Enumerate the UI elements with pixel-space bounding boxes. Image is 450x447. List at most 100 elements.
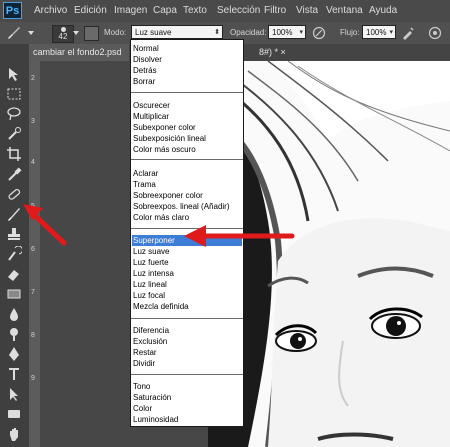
blend-option-normal[interactable]: Normal	[133, 43, 241, 54]
clone-stamp-tool-icon[interactable]	[6, 226, 22, 242]
move-tool-icon[interactable]	[6, 66, 22, 82]
lasso-tool-icon[interactable]	[6, 106, 22, 122]
opacity-label: Opacidad:	[230, 28, 267, 37]
chevron-down-icon[interactable]	[73, 31, 79, 36]
blend-option-aclarar[interactable]: Aclarar	[133, 168, 241, 179]
path-selection-tool-icon[interactable]	[6, 386, 22, 402]
blend-option-luz-suave[interactable]: Luz suave	[133, 246, 241, 257]
blend-option-luz-focal[interactable]: Luz focal	[133, 290, 241, 301]
ruler-label: 8	[31, 332, 35, 339]
blend-option-color-mas-claro[interactable]: Color más claro	[133, 212, 241, 223]
menu-capa[interactable]: Capa	[153, 5, 177, 16]
blend-option-luz-lineal[interactable]: Luz lineal	[133, 279, 241, 290]
quick-selection-tool-icon[interactable]	[6, 126, 22, 142]
menu-edicion[interactable]: Edición	[74, 5, 107, 16]
ruler-label: 9	[31, 375, 35, 382]
menu-filtro[interactable]: Filtro	[264, 5, 286, 16]
ruler-label: 3	[31, 118, 35, 125]
blend-option-multiplicar[interactable]: Multiplicar	[133, 111, 241, 122]
ruler-label: 4	[31, 159, 35, 166]
mode-label: Modo:	[104, 28, 127, 37]
eraser-tool-icon[interactable]	[6, 266, 22, 282]
ruler-label: 5	[31, 203, 35, 210]
menu-imagen[interactable]: Imagen	[114, 5, 147, 16]
mode-value: Luz suave	[135, 28, 172, 37]
select-arrow-icon: ⬍	[214, 29, 220, 36]
airbrush-icon[interactable]	[401, 26, 415, 40]
menu-texto[interactable]: Texto	[183, 5, 207, 16]
document-tab[interactable]: cambiar el fondo2.psd	[29, 44, 129, 61]
opacity-field[interactable]: 100% ▾	[268, 25, 306, 39]
pen-tool-icon[interactable]	[6, 346, 22, 362]
pressure-size-icon[interactable]	[428, 26, 442, 40]
blend-option-detras[interactable]: Detrás	[133, 65, 241, 76]
type-tool-icon[interactable]	[6, 366, 22, 382]
crop-tool-icon[interactable]	[6, 146, 22, 162]
history-brush-tool-icon[interactable]	[6, 246, 22, 262]
blend-option-disolver[interactable]: Disolver	[133, 54, 241, 65]
document-tab-status[interactable]: 8#) * ×	[259, 44, 319, 61]
flow-value: 100%	[366, 28, 387, 37]
dodge-tool-icon[interactable]	[6, 326, 22, 342]
mode-select[interactable]: Luz suave ⬍	[131, 25, 223, 39]
blend-option-superponer[interactable]: Superponer	[132, 235, 242, 246]
blur-tool-icon[interactable]	[6, 306, 22, 322]
chevron-down-icon: ▾	[299, 29, 303, 36]
pressure-opacity-icon[interactable]	[312, 26, 326, 40]
brush-tool-icon[interactable]	[6, 26, 22, 40]
blend-option-luz-intensa[interactable]: Luz intensa	[133, 268, 241, 279]
rectangle-tool-icon[interactable]	[6, 406, 22, 422]
menu-divider	[131, 374, 243, 375]
blend-option-diferencia[interactable]: Diferencia	[133, 325, 241, 336]
menu-vista[interactable]: Vista	[296, 5, 318, 16]
menu-divider	[131, 159, 243, 160]
blend-option-luz-fuerte[interactable]: Luz fuerte	[133, 257, 241, 268]
blend-option-luminosidad[interactable]: Luminosidad	[133, 414, 241, 425]
ruler-label: 6	[31, 246, 35, 253]
blend-mode-dropdown[interactable]: Normal Disolver Detrás Borrar Oscurecer …	[130, 39, 244, 427]
blend-option-restar[interactable]: Restar	[133, 347, 241, 358]
blend-option-sobreexponer-color[interactable]: Sobreexponer color	[133, 190, 241, 201]
blend-option-dividir[interactable]: Dividir	[133, 358, 241, 369]
menu-divider	[131, 318, 243, 319]
portrait-photo	[208, 61, 450, 447]
toolbox	[0, 44, 30, 447]
menu-ventana[interactable]: Ventana	[326, 5, 363, 16]
gradient-tool-icon[interactable]	[6, 286, 22, 302]
menu-archivo[interactable]: Archivo	[34, 5, 67, 16]
blend-option-sobreexpos-lineal[interactable]: Sobreexpos. lineal (Añadir)	[133, 201, 241, 212]
blend-option-exclusion[interactable]: Exclusión	[133, 336, 241, 347]
blend-option-saturacion[interactable]: Saturación	[133, 392, 241, 403]
blend-option-color[interactable]: Color	[133, 403, 241, 414]
photoshop-logo: Ps	[3, 2, 22, 19]
blend-option-color-mas-oscuro[interactable]: Color más oscuro	[133, 144, 241, 155]
hand-tool-icon[interactable]	[6, 426, 22, 442]
brush-size-value: 42	[58, 32, 68, 41]
marquee-tool-icon[interactable]	[6, 86, 22, 102]
blend-option-subexposicion-lineal[interactable]: Subexposición lineal	[133, 133, 241, 144]
ruler-label: 2	[31, 75, 35, 82]
chevron-down-icon[interactable]	[28, 31, 34, 36]
flow-field[interactable]: 100% ▾	[362, 25, 396, 39]
portrait-illustration	[208, 61, 450, 447]
opacity-value: 100%	[272, 28, 293, 37]
document-canvas[interactable]	[40, 61, 450, 447]
chevron-down-icon: ▾	[389, 29, 393, 36]
brush-panel-icon[interactable]	[84, 26, 99, 41]
ruler-label: 7	[31, 289, 35, 296]
menu-divider	[131, 92, 243, 93]
menu-divider	[131, 228, 243, 229]
blend-option-tono[interactable]: Tono	[133, 381, 241, 392]
blend-option-mezcla-definida[interactable]: Mezcla definida	[133, 301, 241, 312]
blend-option-trama[interactable]: Trama	[133, 179, 241, 190]
healing-brush-tool-icon[interactable]	[6, 186, 22, 202]
brush-tool-icon[interactable]	[6, 206, 22, 222]
blend-option-borrar[interactable]: Borrar	[133, 76, 241, 87]
flow-label: Flujo:	[340, 28, 360, 37]
brush-preset-picker[interactable]: 42	[52, 25, 74, 43]
menu-ayuda[interactable]: Ayuda	[369, 5, 397, 16]
blend-option-subexponer-color[interactable]: Subexponer color	[133, 122, 241, 133]
blend-option-oscurecer[interactable]: Oscurecer	[133, 100, 241, 111]
menu-seleccion[interactable]: Selección	[217, 5, 260, 16]
eyedropper-tool-icon[interactable]	[6, 166, 22, 182]
